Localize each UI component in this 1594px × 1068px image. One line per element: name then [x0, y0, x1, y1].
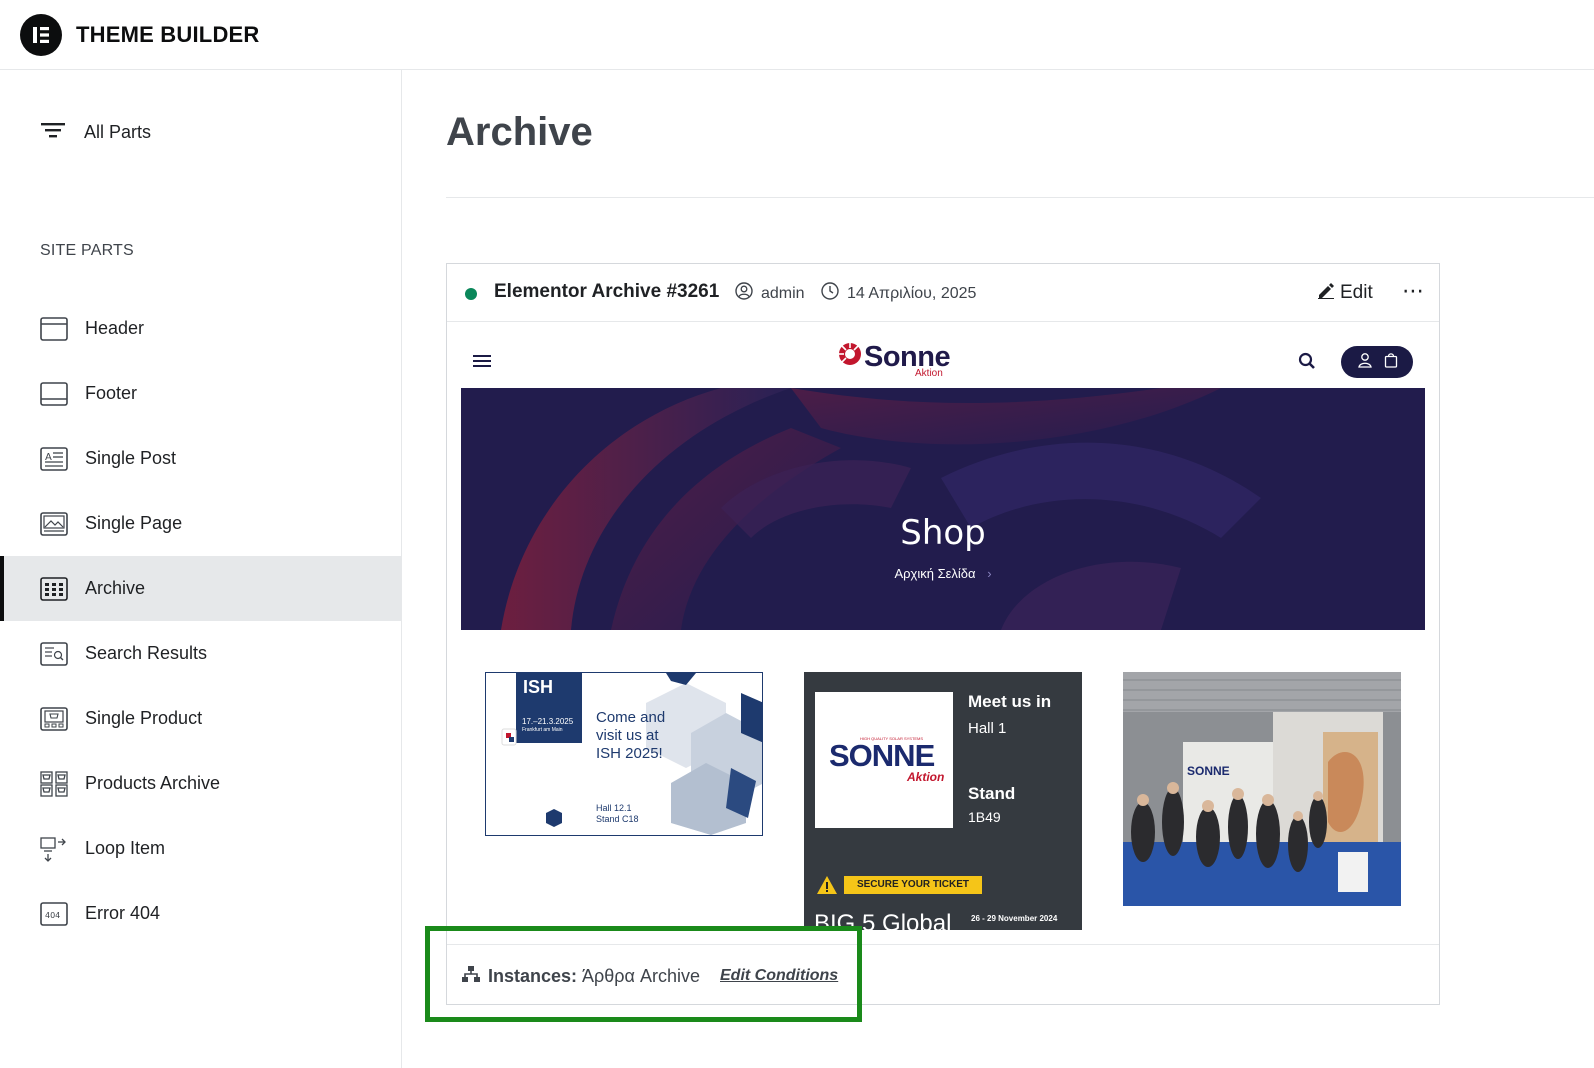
sidebar-item-single-page[interactable]: Single Page	[0, 491, 402, 556]
meet-hall: Hall 1	[968, 720, 1007, 737]
ish-invite: Come and visit us at ISH 2025!	[596, 709, 665, 763]
single-product-icon	[40, 706, 68, 732]
page-title: Archive	[446, 110, 593, 154]
post-thumbnail-booth-photo: SONNE	[1123, 672, 1401, 906]
sidebar-item-archive[interactable]: Archive	[0, 556, 402, 621]
status-dot	[465, 288, 477, 300]
big5-dates: 26 - 29 November 2024	[971, 914, 1058, 923]
sidebar-item-single-post[interactable]: A Single Post	[0, 426, 402, 491]
post-thumbnail-ish: ISH 17.–21.3.2025 Frankfurt am Main Come…	[485, 672, 763, 836]
bag-icon	[1384, 352, 1398, 373]
svg-text:404: 404	[45, 911, 60, 920]
sidebar-item-footer[interactable]: Footer	[0, 361, 402, 426]
shop-hero-banner: Shop Αρχική Σελίδα ›	[461, 388, 1425, 630]
sidebar-item-label: Single Page	[85, 513, 183, 533]
chevron-right-icon: ›	[987, 566, 992, 581]
date-meta: 14 Απριλίου, 2025	[821, 282, 976, 305]
sidebar: All Parts SITE PARTS Header Footer A Sin…	[0, 70, 402, 1068]
template-name: Elementor Archive #3261	[494, 281, 720, 302]
edit-label: Edit	[1340, 282, 1373, 303]
author-name: admin	[761, 284, 805, 302]
sidebar-item-label: Error 404	[85, 903, 161, 923]
clock-icon	[821, 282, 839, 305]
search-results-icon	[40, 641, 68, 667]
user-icon	[735, 282, 753, 305]
ish-location: Hall 12.1 Stand C18	[596, 803, 639, 825]
ish-stand: Stand C18	[596, 814, 639, 824]
hero-title: Shop	[900, 513, 986, 553]
template-preview[interactable]: Sonne Aktion Shop Αρχική Σελίδα › ISH 17…	[461, 322, 1425, 930]
site-parts-heading: SITE PARTS	[40, 242, 134, 259]
logo-subtext: Aktion	[915, 368, 943, 379]
sidebar-item-label: Footer	[85, 383, 138, 403]
ish-hall: Hall 12.1	[596, 803, 632, 813]
ish-line-3: ISH 2025!	[596, 745, 663, 762]
hero-breadcrumb: Αρχική Σελίδα ›	[461, 566, 1425, 581]
main-content: Archive Elementor Archive #3261 admin 14…	[403, 70, 1594, 1068]
footer-icon	[40, 381, 68, 407]
search-icon	[1298, 352, 1316, 375]
elementor-logo-icon	[20, 13, 62, 56]
more-options-icon[interactable]: ⋯	[1402, 278, 1425, 304]
sidebar-item-label: Header	[85, 318, 145, 338]
ticket-badge: SECURE YOUR TICKET	[844, 876, 982, 894]
site-parts-nav: Header Footer A Single Post Single Page …	[0, 296, 402, 946]
edit-button[interactable]: Edit	[1317, 281, 1373, 305]
booth-sign: SONNE	[1187, 764, 1230, 778]
warning-icon	[816, 875, 838, 900]
meet-stand: 1B49	[968, 809, 1001, 825]
all-parts-label: All Parts	[84, 121, 152, 142]
error-404-icon: 404	[40, 901, 68, 927]
ish-line-2: visit us at	[596, 727, 659, 744]
post-thumbnail-big5: HIGH QUALITY SOLAR SYSTEMS SONNE Aktion …	[804, 672, 1082, 930]
user-icon	[1357, 352, 1373, 373]
author-meta: admin	[735, 282, 805, 305]
hero-pattern-graphic	[501, 388, 1261, 630]
top-bar: THEME BUILDER	[0, 0, 1594, 70]
booth-photo-image	[1123, 672, 1401, 906]
sidebar-item-error-404[interactable]: 404 Error 404	[0, 881, 402, 946]
sidebar-item-header[interactable]: Header	[0, 296, 402, 361]
ish-line-1: Come and	[596, 709, 666, 726]
sonne-logo: Sonne Aktion	[838, 342, 951, 379]
sidebar-item-label: Single Post	[85, 448, 177, 468]
highlight-box	[425, 926, 862, 1022]
archive-icon	[40, 576, 68, 602]
meet-heading: Meet us in	[968, 692, 1052, 711]
sidebar-item-loop-item[interactable]: Loop Item	[0, 816, 402, 881]
app-title: THEME BUILDER	[76, 21, 260, 47]
header-icon	[40, 316, 68, 342]
hamburger-icon	[473, 354, 491, 373]
divider	[446, 197, 1594, 198]
products-archive-icon	[40, 770, 68, 797]
sun-logo-icon	[838, 342, 862, 371]
pencil-icon	[1317, 281, 1335, 305]
breadcrumb-home: Αρχική Σελίδα	[894, 566, 976, 581]
sonne-wordmark-sub: Aktion	[907, 770, 945, 784]
sidebar-item-products-archive[interactable]: Products Archive	[0, 751, 402, 816]
sidebar-item-label: Search Results	[85, 643, 208, 663]
sidebar-item-label: Single Product	[85, 708, 203, 728]
sonne-wordmark: SONNE	[829, 738, 935, 773]
date-text: 14 Απριλίου, 2025	[847, 284, 977, 302]
filter-icon	[40, 121, 66, 144]
sidebar-item-label: Archive	[85, 578, 146, 598]
sidebar-item-label: Products Archive	[85, 773, 221, 793]
loop-item-icon	[40, 836, 68, 862]
preview-header: Sonne Aktion	[461, 322, 1425, 388]
single-page-icon	[40, 511, 68, 537]
all-parts-link[interactable]: All Parts	[40, 120, 151, 144]
sidebar-item-label: Loop Item	[85, 838, 166, 858]
sonne-logo-box: HIGH QUALITY SOLAR SYSTEMS SONNE Aktion	[815, 692, 953, 828]
sidebar-item-search-results[interactable]: Search Results	[0, 621, 402, 686]
single-post-icon: A	[40, 446, 68, 472]
card-header: Elementor Archive #3261 admin 14 Απριλίο…	[447, 264, 1439, 322]
template-card: Elementor Archive #3261 admin 14 Απριλίο…	[446, 263, 1440, 1005]
meet-stand-label: Stand	[968, 784, 1016, 803]
account-cart-pill	[1341, 346, 1413, 378]
sidebar-item-single-product[interactable]: Single Product	[0, 686, 402, 751]
